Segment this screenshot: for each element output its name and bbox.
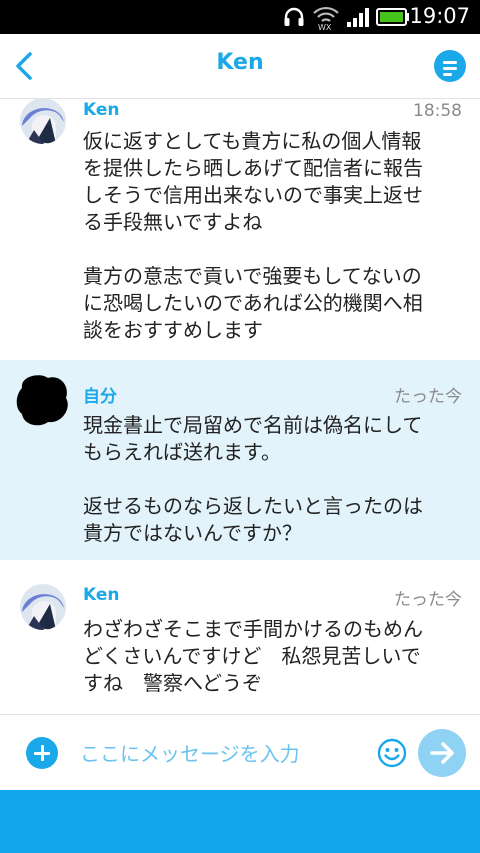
message-composer (0, 714, 480, 791)
message-text: 現金書止で局留めで名前は偽名にして もらえれば送れます。 返せるものなら返したい… (83, 413, 423, 545)
message-input[interactable] (78, 735, 372, 773)
sender-name: 自分 (83, 387, 117, 407)
arrow-right-icon (430, 742, 454, 764)
message-timestamp: たった今 (394, 590, 462, 610)
send-button[interactable] (418, 729, 466, 777)
message-timestamp: たった今 (394, 387, 462, 407)
message-text: わざわざそこまで手間かけるのもめん どくさいんですけど 私怨見苦しいで すね 警… (83, 617, 423, 695)
avatar[interactable] (20, 584, 66, 630)
svg-text:WX: WX (318, 23, 332, 31)
battery-icon (376, 8, 409, 26)
menu-icon[interactable] (434, 50, 466, 82)
message-list[interactable]: Ken 18:58 仮に返すとしても貴方に私の個人情報 を提供したら晒しあげて配… (0, 98, 480, 714)
chat-header: Ken (0, 34, 480, 99)
message-item-self: 自分 たった今 現金書止で局留めで名前は偽名にして もらえれば送れます。 返せる… (0, 360, 480, 560)
smiley-icon[interactable] (376, 737, 408, 769)
message-item: Ken 18:58 仮に返すとしても貴方に私の個人情報 を提供したら晒しあげて配… (0, 98, 480, 358)
add-attachment-icon[interactable] (26, 737, 58, 769)
message-timestamp: 18:58 (413, 101, 462, 121)
message-item: Ken たった今 わざわざそこまで手間かけるのもめん どくさいんですけど 私怨見… (0, 568, 480, 714)
clock: 19:07 (409, 4, 470, 28)
headphones-icon (284, 7, 304, 26)
signal-icon (347, 8, 369, 27)
message-text: 仮に返すとしても貴方に私の個人情報 を提供したら晒しあげて配信者に報告 しそうで… (83, 129, 423, 342)
sender-name: Ken (83, 100, 120, 120)
avatar-self[interactable] (14, 372, 70, 428)
sender-name: Ken (83, 585, 120, 605)
wifi-icon: WX (313, 6, 339, 31)
status-bar: WX 19:07 (0, 0, 480, 34)
avatar[interactable] (20, 98, 66, 144)
bottom-bar (0, 790, 480, 853)
chat-title: Ken (216, 50, 264, 75)
